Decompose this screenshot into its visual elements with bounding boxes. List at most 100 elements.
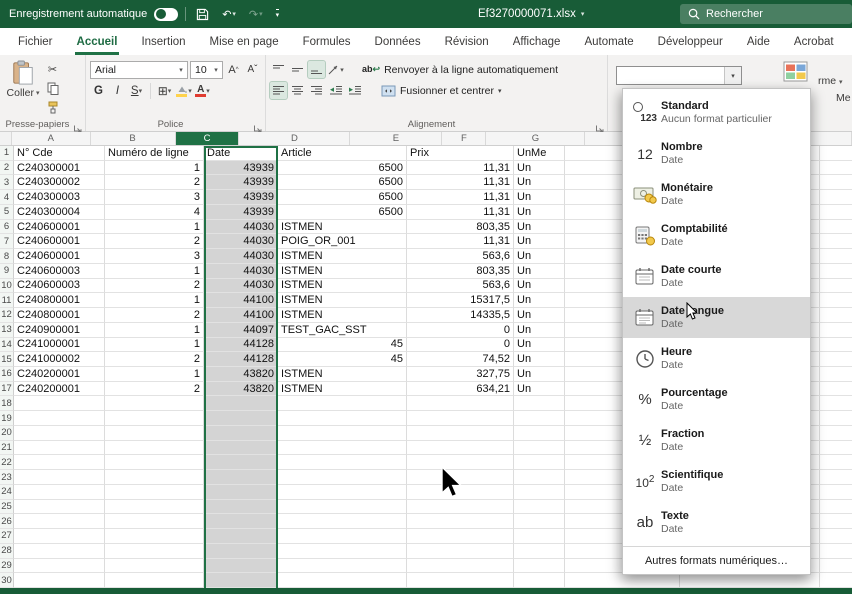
cell-C16[interactable]: 43820 [204, 367, 278, 382]
column-header-D[interactable]: D [239, 132, 350, 145]
row-header-10[interactable]: 10 [0, 279, 14, 294]
cell-I3[interactable] [820, 175, 852, 190]
cell-D19[interactable] [278, 411, 407, 426]
cell-A20[interactable] [14, 426, 105, 441]
cell-B7[interactable]: 2 [105, 234, 204, 249]
cell-I24[interactable] [820, 485, 852, 500]
cell-G30[interactable] [565, 573, 680, 588]
cell-B27[interactable] [105, 529, 204, 544]
cell-I29[interactable] [820, 559, 852, 574]
cell-A19[interactable] [14, 411, 105, 426]
cell-F10[interactable]: Un [514, 279, 565, 294]
row-header-30[interactable]: 30 [0, 573, 14, 588]
row-header-6[interactable]: 6 [0, 220, 14, 235]
row-header-27[interactable]: 27 [0, 529, 14, 544]
cell-B18[interactable] [105, 396, 204, 411]
row-header-2[interactable]: 2 [0, 161, 14, 176]
cell-D8[interactable]: ISTMEN [278, 249, 407, 264]
cell-C23[interactable] [204, 470, 278, 485]
row-header-9[interactable]: 9 [0, 264, 14, 279]
cell-A15[interactable]: C241000002 [14, 352, 105, 367]
cell-I6[interactable] [820, 220, 852, 235]
orientation-button[interactable]: ▾ [327, 61, 344, 78]
cell-I13[interactable] [820, 323, 852, 338]
autosave-toggle[interactable] [154, 8, 178, 21]
cell-E6[interactable]: 803,35 [407, 220, 514, 235]
more-number-formats-item[interactable]: Autres formats numériques… [623, 546, 810, 574]
cell-C20[interactable] [204, 426, 278, 441]
cell-D21[interactable] [278, 441, 407, 456]
cell-E17[interactable]: 634,21 [407, 382, 514, 397]
row-header-4[interactable]: 4 [0, 190, 14, 205]
cell-B2[interactable]: 1 [105, 161, 204, 176]
cell-F5[interactable]: Un [514, 205, 565, 220]
tab-fichier[interactable]: Fichier [6, 28, 65, 55]
cell-B29[interactable] [105, 559, 204, 574]
cell-I28[interactable] [820, 544, 852, 559]
cell-F29[interactable] [514, 559, 565, 574]
cell-I8[interactable] [820, 249, 852, 264]
font-size-combo[interactable]: 10 ▾ [190, 61, 223, 79]
tab-aide[interactable]: Aide [735, 28, 782, 55]
align-left-button[interactable] [270, 82, 287, 99]
cell-A18[interactable] [14, 396, 105, 411]
cell-B5[interactable]: 4 [105, 205, 204, 220]
cell-B25[interactable] [105, 500, 204, 515]
cell-F17[interactable]: Un [514, 382, 565, 397]
cell-C13[interactable]: 44097 [204, 323, 278, 338]
format-option-standard[interactable]: 123StandardAucun format particulier [623, 92, 810, 133]
cell-I30[interactable] [820, 573, 852, 588]
cell-A24[interactable] [14, 485, 105, 500]
row-header-28[interactable]: 28 [0, 544, 14, 559]
cell-C3[interactable]: 43939 [204, 175, 278, 190]
cell-D7[interactable]: POIG_OR_001 [278, 234, 407, 249]
cell-E26[interactable] [407, 514, 514, 529]
cell-E2[interactable]: 11,31 [407, 161, 514, 176]
cell-I9[interactable] [820, 264, 852, 279]
cell-F24[interactable] [514, 485, 565, 500]
row-header-22[interactable]: 22 [0, 455, 14, 470]
cell-B1[interactable]: Numéro de ligne [105, 146, 204, 161]
tab-accueil[interactable]: Accueil [65, 28, 130, 55]
cell-C18[interactable] [204, 396, 278, 411]
cell-B28[interactable] [105, 544, 204, 559]
cell-I20[interactable] [820, 426, 852, 441]
cell-E8[interactable]: 563,6 [407, 249, 514, 264]
cell-E13[interactable]: 0 [407, 323, 514, 338]
cell-A4[interactable]: C240300003 [14, 190, 105, 205]
decrease-indent-button[interactable] [327, 82, 344, 99]
font-color-button[interactable]: A ▾ [194, 82, 211, 99]
align-right-button[interactable] [308, 82, 325, 99]
row-header-12[interactable]: 12 [0, 308, 14, 323]
cell-F12[interactable]: Un [514, 308, 565, 323]
tab-mise-en-page[interactable]: Mise en page [198, 28, 291, 55]
cell-A25[interactable] [14, 500, 105, 515]
cell-F14[interactable]: Un [514, 338, 565, 353]
cell-I1[interactable] [820, 146, 852, 161]
cell-D6[interactable]: ISTMEN [278, 220, 407, 235]
align-bottom-button[interactable] [308, 61, 325, 78]
cell-I25[interactable] [820, 500, 852, 515]
tab-formules[interactable]: Formules [291, 28, 363, 55]
cell-F6[interactable]: Un [514, 220, 565, 235]
cell-B16[interactable]: 1 [105, 367, 204, 382]
align-middle-button[interactable] [289, 61, 306, 78]
cell-C26[interactable] [204, 514, 278, 529]
row-header-26[interactable]: 26 [0, 514, 14, 529]
cell-F2[interactable]: Un [514, 161, 565, 176]
cell-B21[interactable] [105, 441, 204, 456]
tab-données[interactable]: Données [363, 28, 433, 55]
cell-D1[interactable]: Article [278, 146, 407, 161]
row-header-8[interactable]: 8 [0, 249, 14, 264]
cell-I21[interactable] [820, 441, 852, 456]
cell-I4[interactable] [820, 190, 852, 205]
cell-D13[interactable]: TEST_GAC_SST [278, 323, 407, 338]
row-header-16[interactable]: 16 [0, 367, 14, 382]
cell-D28[interactable] [278, 544, 407, 559]
cell-A8[interactable]: C240600001 [14, 249, 105, 264]
cell-H30[interactable] [680, 573, 820, 588]
column-header-C[interactable]: C [176, 132, 240, 145]
cell-E7[interactable]: 11,31 [407, 234, 514, 249]
cell-C28[interactable] [204, 544, 278, 559]
cell-I10[interactable] [820, 279, 852, 294]
